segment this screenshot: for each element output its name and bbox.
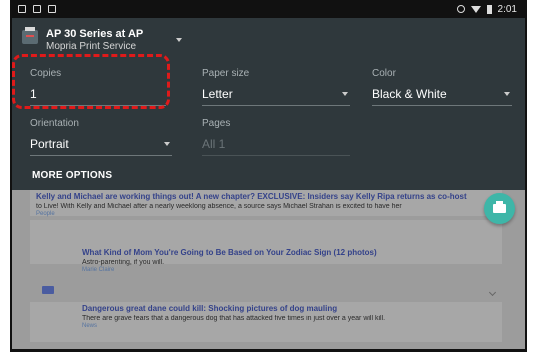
pages-underline [202,155,350,156]
clock: 2:01 [497,3,517,15]
battery-icon [486,4,492,14]
article-source: Marie Claire [82,267,115,273]
article-title: Dangerous great dane could kill: Shockin… [82,304,338,313]
wifi-icon [470,5,481,13]
chevron-down-icon[interactable] [342,92,348,96]
print-options-panel: AP 30 Series at AP Mopria Print Service … [12,18,525,203]
notification-icons [18,5,56,13]
sync-icon [456,5,465,13]
paper-size-field[interactable]: Paper size Letter [202,68,350,106]
system-icons: 2:01 [456,3,517,15]
mail-icon [42,286,54,294]
chevron-down-icon[interactable] [176,38,182,42]
notification-icon [33,5,41,13]
chevron-down-icon[interactable] [504,92,510,96]
paper-size-value[interactable]: Letter [202,87,350,101]
article-source: People [36,211,55,217]
copies-highlight-annotation [12,54,170,109]
notification-icon [48,5,56,13]
more-options-button[interactable]: MORE OPTIONS [32,170,112,181]
notification-icon [18,5,26,13]
print-icon [493,201,506,213]
device-frame: 2:01 AP 30 Series at AP Mopria Print Ser… [10,0,527,352]
orientation-underline [30,155,172,156]
paper-size-underline [202,105,350,106]
printer-name: AP 30 Series at AP [46,28,144,40]
orientation-label: Orientation [30,118,79,129]
status-bar: 2:01 [12,0,525,18]
orientation-field[interactable]: Orientation Portrait [30,118,172,156]
color-field[interactable]: Color Black & White [372,68,512,106]
list-item[interactable]: Dangerous great dane could kill: Shockin… [30,302,502,342]
pages-value: All 1 [202,137,226,151]
article-title: What Kind of Mom You're Going to Be Base… [82,248,377,257]
list-item[interactable]: What Kind of Mom You're Going to Be Base… [30,246,502,274]
color-label: Color [372,68,396,79]
list-item[interactable]: Kelly and Michael are working things out… [30,190,502,217]
printer-icon [22,27,38,44]
orientation-value[interactable]: Portrait [30,137,172,151]
background-content: Kelly and Michael are working things out… [12,190,525,349]
color-underline [372,105,512,106]
article-body: Astro-parenting, if you will. [82,259,165,266]
printer-service: Mopria Print Service [46,41,137,52]
paper-size-label: Paper size [202,68,250,79]
pages-field: Pages All 1 [202,118,350,156]
color-value[interactable]: Black & White [372,87,512,101]
article-source: News [82,323,98,329]
article-body: There are grave fears that a dangerous d… [82,315,386,322]
article-body: to Live! With Kelly and Michael after a … [36,203,402,210]
pages-label: Pages [202,118,231,129]
chevron-down-icon[interactable] [164,142,170,146]
article-title: Kelly and Michael are working things out… [36,192,467,201]
printer-selector[interactable]: AP 30 Series at AP Mopria Print Service [22,27,144,52]
chevron-down-icon[interactable] [488,288,497,297]
print-button[interactable] [484,193,515,224]
